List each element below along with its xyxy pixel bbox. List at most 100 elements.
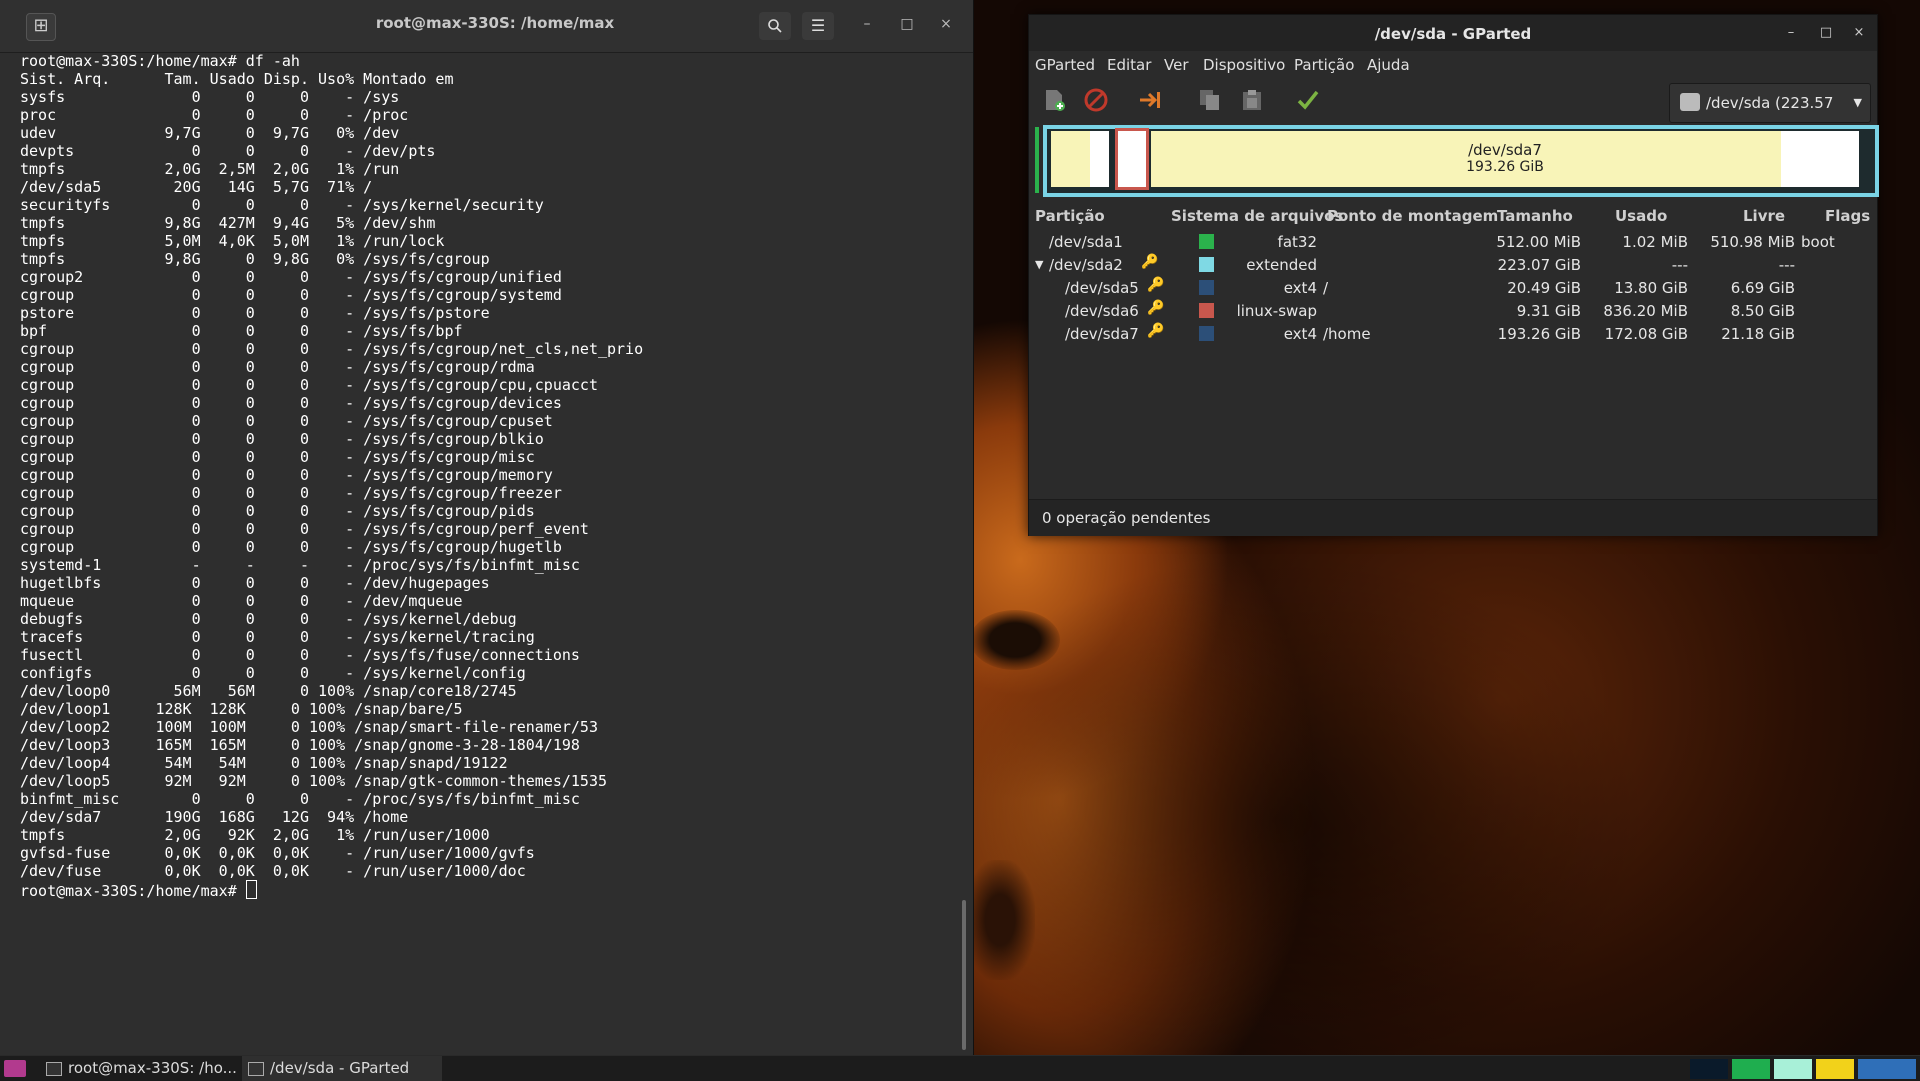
col-sistema-arquivos[interactable]: Sistema de arquivos (1171, 207, 1343, 225)
menu-ver[interactable]: Ver (1164, 56, 1189, 74)
partition-list[interactable]: Partição Sistema de arquivos Ponto de mo… (1029, 201, 1877, 491)
disk-map: /dev/sda7 193.26 GiB (1035, 125, 1879, 197)
col-usado[interactable]: Usado (1615, 207, 1667, 225)
terminal-line: cgroup 0 0 0 - /sys/fs/cgroup/systemd (20, 286, 562, 304)
pending-operations: 0 operação pendentes (1042, 509, 1211, 527)
maximize-icon[interactable]: □ (897, 16, 917, 32)
key-icon: 🔑 (1147, 277, 1165, 293)
toolbar: /dev/sda (223.57 GiB) ▼ (1029, 77, 1877, 150)
terminal-headerbar: ⊞ root@max-330S: /home/max ☰ – □ × (0, 0, 973, 53)
terminal-line: cgroup 0 0 0 - /sys/fs/cgroup/devices (20, 394, 562, 412)
terminal-cursor (245, 880, 257, 899)
terminal-output[interactable]: root@max-330S:/home/max# df -ah Sist. Arq… (20, 52, 955, 1042)
filesystem: fat32 (1277, 233, 1317, 251)
memory-monitor-icon[interactable] (1732, 1059, 1770, 1079)
diskmap-sda6[interactable] (1115, 128, 1149, 190)
resize-move-icon[interactable] (1137, 87, 1163, 113)
menu-editar[interactable]: Editar (1107, 56, 1151, 74)
terminal-line: cgroup 0 0 0 - /sys/fs/cgroup/blkio (20, 430, 544, 448)
partition-row[interactable]: /dev/sda6 🔑 linux-swap 9.31 GiB 836.20 MiB 8.… (1029, 300, 1877, 323)
filesystem: ext4 (1283, 279, 1317, 297)
terminal-line: cgroup 0 0 0 - /sys/fs/cgroup/cpuset (20, 412, 553, 430)
menu-dispositivo[interactable]: Dispositivo (1203, 56, 1285, 74)
key-icon: 🔑 (1141, 254, 1159, 270)
delete-icon[interactable] (1083, 87, 1109, 113)
paste-icon[interactable] (1239, 87, 1265, 113)
terminal-window[interactable]: ⊞ root@max-330S: /home/max ☰ – □ × root@… (0, 0, 974, 1055)
mount-point: /home (1323, 325, 1371, 343)
cpu-monitor-icon[interactable] (1690, 1059, 1728, 1079)
col-ponto-montagem[interactable]: Ponto de montagem (1327, 207, 1498, 225)
device-selector[interactable]: /dev/sda (223.57 GiB) ▼ (1669, 83, 1871, 150)
diskmap-sda1[interactable] (1035, 127, 1039, 193)
app-menu-icon[interactable] (4, 1060, 26, 1077)
terminal-line: cgroup2 0 0 0 - /sys/fs/cgroup/unified (20, 268, 562, 286)
col-tamanho[interactable]: Tamanho (1497, 207, 1573, 225)
minimize-icon[interactable]: – (1781, 25, 1801, 40)
key-icon: 🔑 (1147, 300, 1165, 316)
terminal-line: tmpfs 9,8G 0 9,8G 0% /sys/fs/cgroup (20, 250, 490, 268)
disk-icon (1680, 93, 1700, 111)
diskmap-sda7[interactable]: /dev/sda7 193.26 GiB (1151, 131, 1859, 187)
terminal-line: /dev/loop0 56M 56M 0 100% /snap/core18/2… (20, 682, 517, 700)
terminal-line: /dev/fuse 0,0K 0,0K 0,0K - /run/user/100… (20, 862, 526, 880)
partition-name: /dev/sda6 (1065, 302, 1139, 320)
col-particao[interactable]: Partição (1035, 207, 1105, 225)
size: 9.31 GiB (1516, 302, 1581, 320)
partition-name: /dev/sda2 (1049, 256, 1123, 274)
menu-ajuda[interactable]: Ajuda (1367, 56, 1410, 74)
terminal-line: gvfsd-fuse 0,0K 0,0K 0,0K - /run/user/10… (20, 844, 535, 862)
expander-icon[interactable]: ▼ (1035, 258, 1043, 271)
menu-gparted[interactable]: GParted (1035, 56, 1095, 74)
terminal-line: sysfs 0 0 0 - /sys (20, 88, 400, 106)
close-icon[interactable]: × (936, 16, 956, 32)
hamburger-menu-icon[interactable]: ☰ (802, 12, 834, 40)
gparted-window[interactable]: /dev/sda - GParted – □ × GParted Editar … (1028, 14, 1879, 536)
terminal-line: cgroup 0 0 0 - /sys/fs/cgroup/freezer (20, 484, 562, 502)
terminal-line: root@max-330S:/home/max# df -ah (20, 52, 300, 70)
terminal-scrollbar[interactable] (962, 900, 966, 1050)
copy-icon[interactable] (1197, 87, 1223, 113)
col-flags[interactable]: Flags (1825, 207, 1870, 225)
terminal-line: cgroup 0 0 0 - /sys/fs/cgroup/perf_event (20, 520, 589, 538)
terminal-line: Sist. Arq. Tam. Usado Disp. Uso% Montado… (20, 70, 454, 88)
new-partition-icon[interactable] (1041, 87, 1067, 113)
terminal-line: cgroup 0 0 0 - /sys/fs/cgroup/net_cls,ne… (20, 340, 644, 358)
terminal-line: cgroup 0 0 0 - /sys/fs/cgroup/memory (20, 466, 553, 484)
workspace-switcher-icon[interactable] (1858, 1059, 1916, 1079)
partition-row[interactable]: /dev/sda7 🔑 ext4/home 193.26 GiB 172.08 GiB 2… (1029, 323, 1877, 346)
wallpaper-lion-nose (965, 860, 1035, 980)
new-tab-icon[interactable]: ⊞ (26, 13, 56, 41)
taskbar: root@max-330S: /ho... /dev/sda - GParted (0, 1055, 1920, 1081)
terminal-line: systemd-1 - - - - /proc/sys/fs/binfmt_mi… (20, 556, 580, 574)
terminal-line: devpts 0 0 0 - /dev/pts (20, 142, 436, 160)
terminal-line: /dev/sda7 190G 168G 12G 94% /home (20, 808, 409, 826)
partition-row[interactable]: /dev/sda5 🔑 ext4 / 20.49 GiB 13.80 GiB 6.69 Gi… (1029, 277, 1877, 300)
apply-icon[interactable] (1295, 87, 1321, 113)
diskmap-sda5[interactable] (1051, 131, 1109, 187)
taskbar-item-terminal[interactable]: root@max-330S: /ho... (40, 1056, 237, 1081)
network-monitor-icon[interactable] (1774, 1059, 1812, 1079)
terminal-prompt-line[interactable]: root@max-330S:/home/max# (20, 880, 955, 900)
flags: boot (1801, 233, 1835, 251)
search-icon[interactable] (759, 12, 791, 40)
terminal-line: /dev/sda5 20G 14G 5,7G 71% / (20, 178, 373, 196)
taskbar-item-label: /dev/sda - GParted (270, 1059, 410, 1077)
maximize-icon[interactable]: □ (1816, 25, 1836, 40)
terminal-line: /dev/loop1 128K 128K 0 100% /snap/bare/5 (20, 700, 463, 718)
close-icon[interactable]: × (1849, 25, 1869, 40)
partition-row[interactable]: ▼ /dev/sda2 🔑 extended 223.07 GiB --- --- (1029, 254, 1877, 277)
menu-particao[interactable]: Partição (1294, 56, 1354, 74)
taskbar-item-gparted[interactable]: /dev/sda - GParted (242, 1056, 442, 1081)
size: 193.26 GiB (1497, 325, 1581, 343)
chevron-down-icon: ▼ (1853, 96, 1862, 109)
partition-row[interactable]: /dev/sda1 fat32 512.00 MiB 1.02 MiB 510.98 M… (1029, 231, 1877, 254)
minimize-icon[interactable]: – (857, 16, 877, 32)
fs-color-swatch (1199, 326, 1214, 341)
fs-color-swatch (1199, 280, 1214, 295)
terminal-line: cgroup 0 0 0 - /sys/fs/cgroup/misc (20, 448, 535, 466)
disk-monitor-icon[interactable] (1816, 1059, 1854, 1079)
col-livre[interactable]: Livre (1743, 207, 1785, 225)
terminal-icon (46, 1062, 62, 1076)
used: --- (1671, 256, 1688, 274)
